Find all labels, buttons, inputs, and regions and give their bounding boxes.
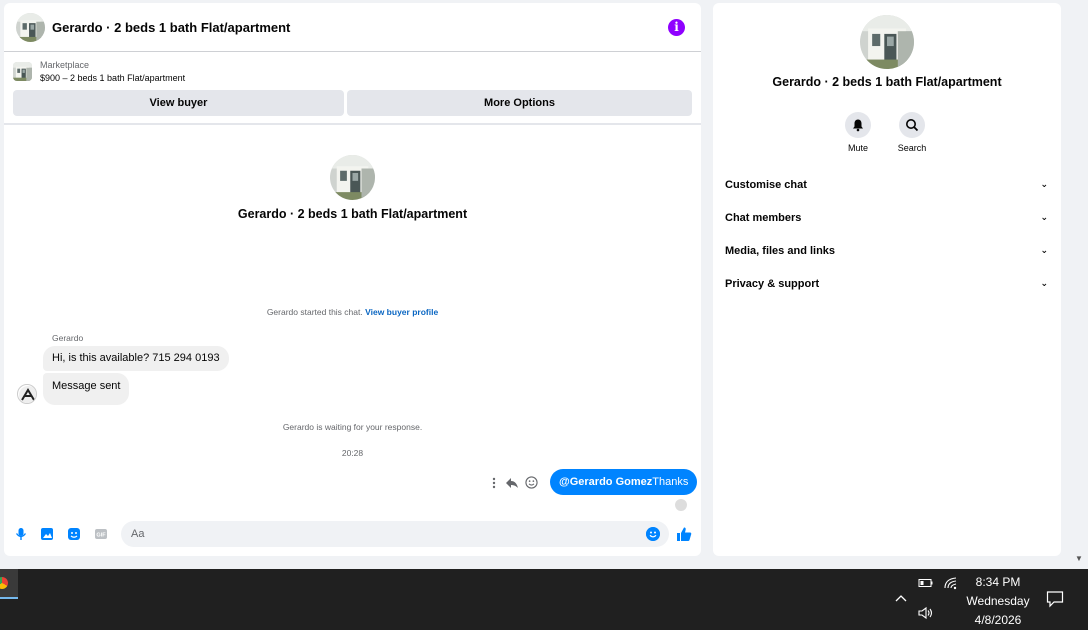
incoming-message[interactable]: Hi, is this available? 715 294 0193	[43, 346, 229, 371]
profile-avatar[interactable]	[860, 15, 914, 69]
clock-time: 8:34 PM	[975, 575, 1021, 589]
message-actions	[489, 476, 538, 489]
thumbs-up-icon[interactable]	[676, 526, 692, 542]
section-privacy-support[interactable]: Privacy & support ⌄	[725, 278, 1048, 296]
chat-avatar[interactable]	[16, 13, 45, 42]
search-icon	[899, 112, 925, 138]
taskbar: 8:34 PM Wednesday 4/8/2026	[0, 569, 1088, 630]
chrome-icon	[0, 577, 8, 589]
search-button[interactable]: Search	[892, 112, 932, 153]
chat-panel: Gerardo · 2 beds 1 bath Flat/apartment i…	[4, 3, 701, 556]
profile-title: Gerardo · 2 beds 1 bath Flat/apartment	[772, 75, 1002, 89]
seen-avatar	[675, 499, 687, 511]
incoming-message[interactable]: Message sent	[43, 373, 130, 405]
sender-avatar[interactable]	[17, 384, 37, 404]
marketplace-banner: Marketplace $900 – 2 beds 1 bath Flat/ap…	[4, 53, 701, 125]
outgoing-message[interactable]: @Gerardo GomezThanks	[550, 469, 698, 495]
composer: GIF Aa	[4, 520, 701, 548]
scroll-down-arrow[interactable]: ▼	[1075, 554, 1083, 563]
chat-info-panel: Gerardo · 2 beds 1 bath Flat/apartment M…	[713, 3, 1061, 556]
message-input[interactable]: Aa	[121, 521, 669, 547]
section-customise-chat[interactable]: Customise chat ⌄	[725, 179, 1048, 197]
chevron-down-icon: ⌄	[1040, 212, 1048, 222]
listing-title[interactable]: $900 – 2 beds 1 bath Flat/apartment	[40, 73, 185, 83]
react-emoji-icon[interactable]	[525, 476, 538, 489]
chrome-taskbar-button[interactable]	[0, 569, 18, 599]
clock-day: Wednesday	[966, 594, 1030, 608]
section-label: Privacy & support	[725, 278, 820, 290]
conversation: Gerardo · 2 beds 1 bath Flat/apartment G…	[4, 127, 701, 511]
sticker-icon[interactable]	[67, 527, 81, 541]
chevron-down-icon: ⌄	[1040, 179, 1048, 189]
message-timestamp: 20:28	[341, 448, 364, 458]
chat-header: Gerardo · 2 beds 1 bath Flat/apartment i	[4, 3, 701, 52]
marketplace-label: Marketplace	[40, 60, 90, 70]
chat-started-note: Gerardo started this chat. View buyer pr…	[4, 307, 701, 317]
bell-icon	[845, 112, 871, 138]
section-label: Chat members	[725, 212, 802, 224]
chat-title[interactable]: Gerardo · 2 beds 1 bath Flat/apartment	[52, 20, 290, 35]
mute-label: Mute	[847, 143, 868, 153]
listing-thumbnail[interactable]	[13, 62, 32, 81]
svg-text:GIF: GIF	[96, 533, 106, 539]
notification-icon[interactable]	[1046, 590, 1064, 608]
reply-icon[interactable]	[505, 477, 519, 489]
battery-icon[interactable]	[918, 578, 934, 588]
chevron-down-icon: ⌄	[1040, 278, 1048, 288]
chevron-down-icon: ⌄	[1040, 245, 1048, 255]
volume-icon[interactable]	[917, 606, 935, 620]
system-clock[interactable]: 8:34 PM Wednesday 4/8/2026	[960, 573, 1036, 630]
view-buyer-button[interactable]: View buyer	[13, 90, 344, 116]
section-label: Customise chat	[725, 179, 807, 191]
chat-started-text: Gerardo started this chat.	[266, 307, 363, 317]
mute-button[interactable]: Mute	[838, 112, 878, 153]
section-label: Media, files and links	[725, 245, 836, 257]
conversation-avatar[interactable]	[330, 155, 375, 200]
wifi-icon[interactable]	[943, 576, 959, 590]
view-buyer-profile-link[interactable]: View buyer profile	[365, 307, 438, 317]
more-options-button[interactable]: More Options	[347, 90, 692, 116]
conversation-title: Gerardo · 2 beds 1 bath Flat/apartment	[237, 207, 468, 221]
section-media-files-links[interactable]: Media, files and links ⌄	[725, 245, 1048, 263]
waiting-note: Gerardo is waiting for your response.	[282, 422, 423, 432]
microphone-icon[interactable]	[14, 527, 28, 541]
gif-icon[interactable]: GIF	[94, 527, 108, 541]
more-vertical-icon[interactable]	[489, 477, 499, 489]
outgoing-text: Thanks	[652, 476, 689, 488]
info-icon[interactable]: i	[668, 19, 685, 36]
sender-name: Gerardo	[52, 333, 84, 343]
photo-icon[interactable]	[40, 527, 54, 541]
chevron-up-icon[interactable]	[894, 593, 908, 603]
mention[interactable]: @Gerardo Gomez	[559, 476, 652, 488]
search-label: Search	[897, 143, 927, 153]
emoji-icon[interactable]	[646, 527, 660, 541]
section-chat-members[interactable]: Chat members ⌄	[725, 212, 1048, 230]
clock-date: 4/8/2026	[974, 613, 1022, 627]
